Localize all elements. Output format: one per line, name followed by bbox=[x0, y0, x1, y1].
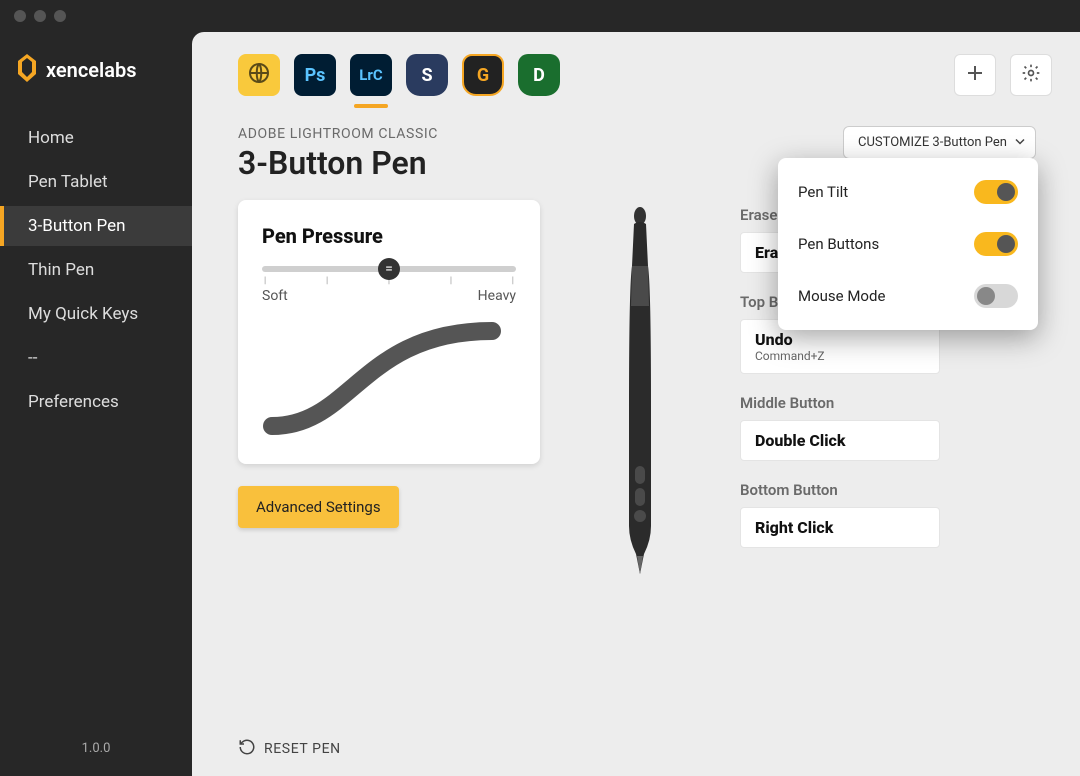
reset-icon bbox=[238, 738, 256, 760]
gear-icon bbox=[1021, 63, 1041, 87]
pen-pressure-card: Pen Pressure = ||||| Soft Heavy bbox=[238, 200, 540, 464]
toggle-pen-tilt[interactable] bbox=[974, 180, 1018, 204]
customize-dropdown-label: CUSTOMIZE 3-Button Pen bbox=[858, 135, 1007, 150]
globe-icon bbox=[247, 61, 271, 90]
toggle-pen-buttons[interactable] bbox=[974, 232, 1018, 256]
pressure-heavy-label: Heavy bbox=[478, 288, 516, 304]
reset-pen-button[interactable]: RESET PEN bbox=[238, 738, 341, 760]
dropdown-item-label: Pen Buttons bbox=[798, 235, 879, 253]
sidebar-item-my-quick-keys[interactable]: My Quick Keys bbox=[0, 294, 192, 334]
content: ADOBE LIGHTROOM CLASSIC 3-Button Pen CUS… bbox=[192, 104, 1080, 776]
advanced-settings-button[interactable]: Advanced Settings bbox=[238, 486, 399, 528]
pressure-slider-labels: Soft Heavy bbox=[262, 288, 516, 304]
app-root: xencelabs Home Pen Tablet 3-Button Pen T… bbox=[0, 32, 1080, 776]
sidebar-item-3-button-pen[interactable]: 3-Button Pen bbox=[0, 206, 192, 246]
pressure-soft-label: Soft bbox=[262, 288, 288, 304]
chevron-down-icon bbox=[1015, 135, 1025, 150]
dropdown-item-mouse-mode[interactable]: Mouse Mode bbox=[778, 270, 1038, 322]
sidebar-item-thin-pen[interactable]: Thin Pen bbox=[0, 250, 192, 290]
middle-button-value-box[interactable]: Double Click bbox=[740, 420, 940, 461]
pressure-slider-handle[interactable]: = bbox=[378, 258, 400, 280]
brand: xencelabs bbox=[0, 32, 192, 110]
app-toolbar: Ps LrC S G D bbox=[192, 32, 1080, 104]
customize-dropdown-trigger[interactable]: CUSTOMIZE 3-Button Pen bbox=[843, 126, 1036, 159]
dropdown-item-pen-tilt[interactable]: Pen Tilt bbox=[778, 166, 1038, 218]
sidebar: xencelabs Home Pen Tablet 3-Button Pen T… bbox=[0, 32, 192, 776]
bottom-button-value-box[interactable]: Right Click bbox=[740, 507, 940, 548]
dropdown-item-label: Pen Tilt bbox=[798, 183, 848, 201]
sidebar-item-home[interactable]: Home bbox=[0, 118, 192, 158]
pressure-curve-graphic bbox=[262, 316, 516, 440]
app-icon-g[interactable]: G bbox=[462, 54, 504, 96]
top-button-shortcut: Command+Z bbox=[755, 349, 925, 363]
main-panel: Ps LrC S G D ADOBE LIGHTROOM CLASSIC 3-B… bbox=[192, 32, 1080, 776]
dropdown-item-label: Mouse Mode bbox=[798, 287, 885, 305]
window-close-dot[interactable] bbox=[14, 10, 26, 22]
sidebar-item-pen-tablet[interactable]: Pen Tablet bbox=[0, 162, 192, 202]
sidebar-nav: Home Pen Tablet 3-Button Pen Thin Pen My… bbox=[0, 110, 192, 721]
app-icon-d[interactable]: D bbox=[518, 54, 560, 96]
reset-pen-label: RESET PEN bbox=[264, 741, 341, 757]
sidebar-item-preferences[interactable]: Preferences bbox=[0, 382, 192, 422]
customize-dropdown-panel: Pen Tilt Pen Buttons Mouse Mode bbox=[778, 158, 1038, 330]
version-label: 1.0.0 bbox=[0, 721, 192, 776]
app-icon-global[interactable] bbox=[238, 54, 280, 96]
app-icon-lightroom-classic[interactable]: LrC bbox=[350, 54, 392, 96]
top-button-value: Undo bbox=[755, 330, 925, 349]
dropdown-item-pen-buttons[interactable]: Pen Buttons bbox=[778, 218, 1038, 270]
brand-name: xencelabs bbox=[46, 58, 137, 82]
window-titlebar bbox=[0, 0, 1080, 32]
bottom-button-value: Right Click bbox=[755, 518, 925, 537]
bottom-button-label: Bottom Button bbox=[740, 481, 1034, 499]
middle-button-label: Middle Button bbox=[740, 394, 1034, 412]
window-min-dot[interactable] bbox=[34, 10, 46, 22]
brand-logo-icon bbox=[16, 54, 38, 86]
toggle-mouse-mode[interactable] bbox=[974, 284, 1018, 308]
app-icon-s[interactable]: S bbox=[406, 54, 448, 96]
settings-button[interactable] bbox=[1010, 54, 1052, 96]
pen-pressure-heading: Pen Pressure bbox=[262, 224, 516, 248]
pen-graphic bbox=[570, 200, 710, 576]
sidebar-item-separator: -- bbox=[0, 338, 192, 378]
pressure-slider[interactable]: = bbox=[262, 266, 516, 272]
app-icon-photoshop[interactable]: Ps bbox=[294, 54, 336, 96]
plus-icon bbox=[966, 64, 984, 86]
add-app-button[interactable] bbox=[954, 54, 996, 96]
middle-button-value: Double Click bbox=[755, 431, 925, 450]
window-max-dot[interactable] bbox=[54, 10, 66, 22]
